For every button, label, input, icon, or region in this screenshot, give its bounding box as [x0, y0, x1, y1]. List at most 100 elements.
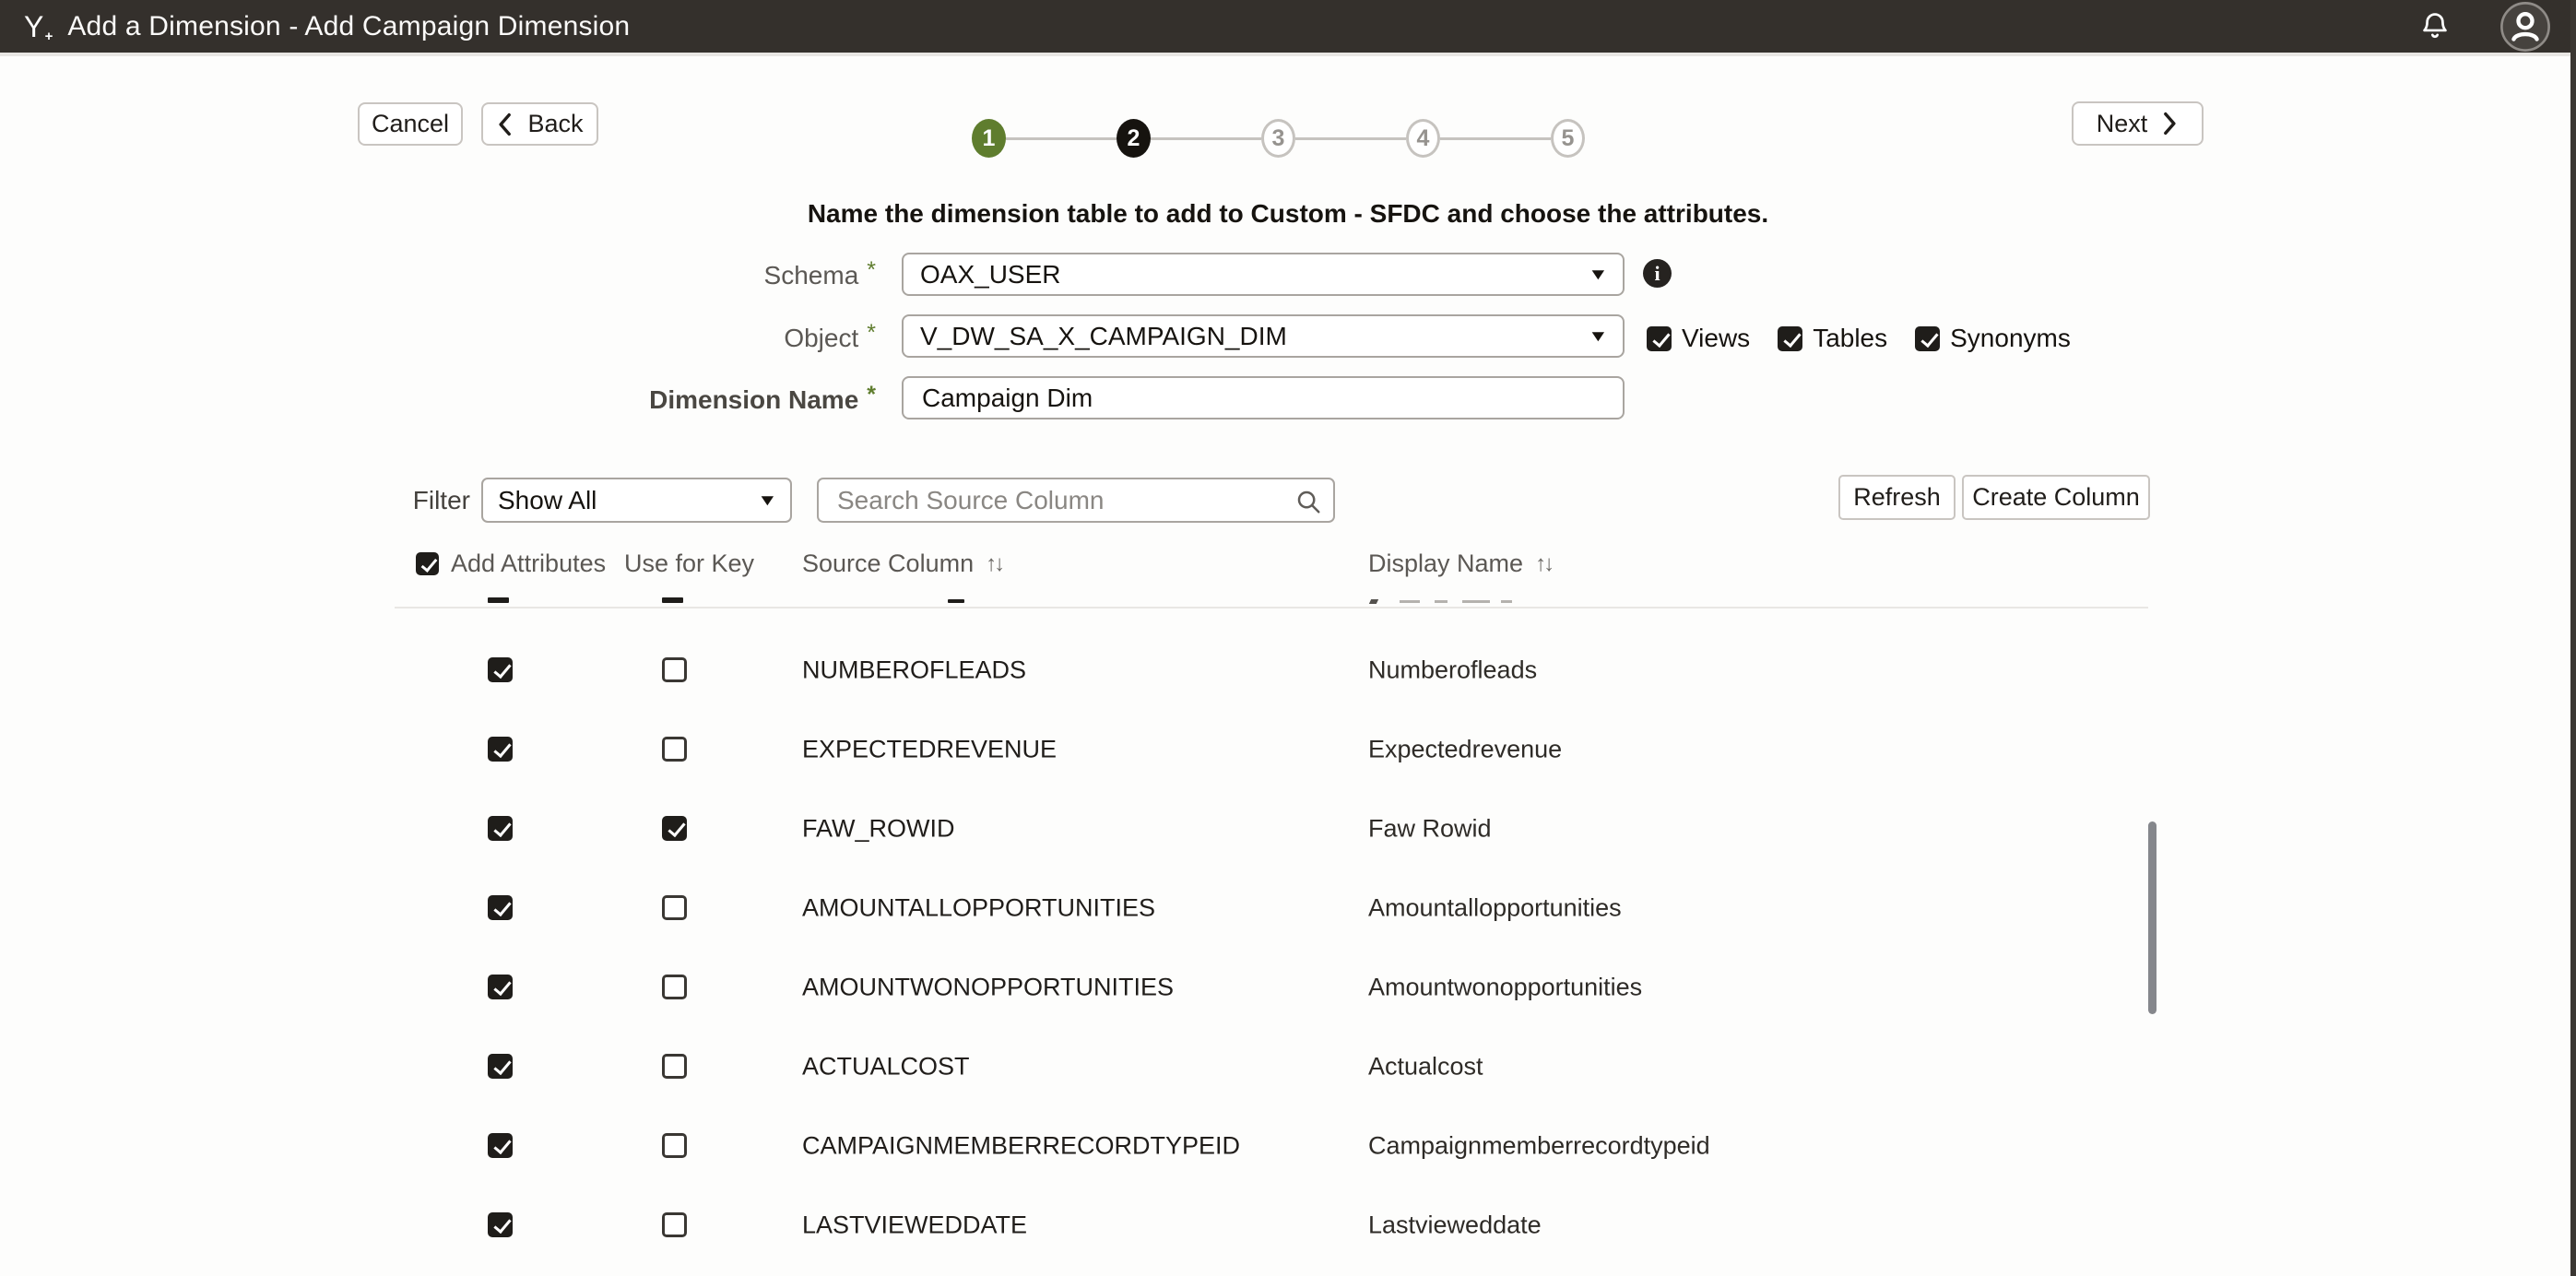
- tables-checkbox[interactable]: [1778, 326, 1802, 351]
- use-for-key-checkbox[interactable]: [662, 816, 687, 841]
- cancel-button[interactable]: Cancel: [358, 102, 463, 146]
- search-icon[interactable]: [1294, 488, 1322, 520]
- step-3[interactable]: 3: [1261, 119, 1295, 158]
- search-input[interactable]: [835, 485, 1283, 516]
- add-attribute-checkbox[interactable]: [488, 737, 513, 762]
- clipped-checkbox-fragment: [662, 597, 683, 603]
- tables-label: Tables: [1813, 324, 1887, 353]
- add-attribute-checkbox[interactable]: [488, 1054, 513, 1079]
- views-checkbox[interactable]: [1647, 326, 1672, 351]
- clipped-checkbox-fragment: [488, 597, 509, 603]
- step-4[interactable]: 4: [1406, 119, 1440, 158]
- display-name-cell: Expectedrevenue: [1368, 736, 1562, 764]
- clipped-text-fragment: [1462, 600, 1490, 603]
- use-for-key-checkbox[interactable]: [662, 737, 687, 762]
- synonyms-checkbox-item[interactable]: Synonyms: [1915, 324, 2071, 353]
- step-connector: [1151, 137, 1261, 140]
- display-name-header-label: Display Name: [1368, 549, 1523, 578]
- header-add-attributes: Add Attributes: [416, 549, 606, 578]
- source-column-cell: ACTUALCOST: [802, 1053, 970, 1081]
- views-checkbox-item[interactable]: Views: [1647, 324, 1750, 353]
- use-for-key-checkbox[interactable]: [662, 1133, 687, 1158]
- clipped-row: [395, 594, 2148, 608]
- add-attribute-checkbox[interactable]: [488, 1133, 513, 1158]
- add-attribute-checkbox[interactable]: [488, 895, 513, 920]
- required-asterisk: *: [867, 382, 876, 408]
- synonyms-checkbox[interactable]: [1915, 326, 1940, 351]
- display-name-cell: Numberofleads: [1368, 656, 1537, 685]
- step-5[interactable]: 5: [1551, 119, 1585, 158]
- clipped-text-fragment: [1435, 600, 1448, 603]
- source-column-cell: NUMBEROFLEADS: [802, 656, 1026, 685]
- wizard-stepper: 1 2 3 4 5: [972, 119, 1585, 158]
- page-title: Add a Dimension - Add Campaign Dimension: [67, 11, 630, 42]
- step-2[interactable]: 2: [1117, 119, 1151, 158]
- select-all-checkbox[interactable]: [416, 552, 439, 575]
- create-column-button-label: Create Column: [1972, 483, 2140, 512]
- wizard-instruction: Name the dimension table to add to Custo…: [0, 199, 2576, 229]
- table-row: CAMPAIGNMEMBERRECORDTYPEID Campaignmembe…: [395, 1106, 2148, 1186]
- schema-select-value: OAX_USER: [920, 260, 1061, 289]
- next-button[interactable]: Next: [2072, 101, 2204, 146]
- refresh-button[interactable]: Refresh: [1838, 475, 1956, 520]
- chevron-down-icon: ▼: [757, 491, 778, 510]
- create-column-button[interactable]: Create Column: [1962, 475, 2150, 520]
- filter-select-value: Show All: [498, 486, 597, 515]
- display-name-cell: Faw Rowid: [1368, 815, 1492, 844]
- table-scrollbar-thumb[interactable]: [2148, 821, 2157, 1014]
- chevron-down-icon: ▼: [1588, 266, 1609, 284]
- use-for-key-checkbox[interactable]: [662, 657, 687, 682]
- add-attribute-checkbox[interactable]: [488, 975, 513, 999]
- add-attribute-checkbox[interactable]: [488, 1212, 513, 1237]
- table-row: NUMBEROFLEADS Numberofleads: [395, 631, 2148, 710]
- step-connector: [1295, 137, 1406, 140]
- window-right-edge: [2570, 0, 2576, 1276]
- display-name-cell: Actualcost: [1368, 1053, 1483, 1081]
- object-label: Object*: [396, 324, 876, 353]
- table-header: Add Attributes Use for Key Source Column…: [395, 535, 2148, 594]
- required-asterisk: *: [867, 320, 876, 346]
- clipped-text-fragment: [1400, 600, 1420, 603]
- use-for-key-header-label: Use for Key: [624, 549, 754, 578]
- source-column-cell: AMOUNTALLOPPORTUNITIES: [802, 894, 1155, 923]
- back-button[interactable]: Back: [481, 102, 598, 146]
- display-name-cell: Campaignmemberrecordtypeid: [1368, 1132, 1710, 1161]
- tables-checkbox-item[interactable]: Tables: [1778, 324, 1887, 353]
- use-for-key-checkbox[interactable]: [662, 895, 687, 920]
- source-column-cell: CAMPAIGNMEMBERRECORDTYPEID: [802, 1132, 1240, 1161]
- add-attribute-checkbox[interactable]: [488, 657, 513, 682]
- use-for-key-checkbox[interactable]: [662, 1054, 687, 1079]
- display-name-cell: Lastvieweddate: [1368, 1211, 1542, 1240]
- schema-info-icon[interactable]: i: [1643, 259, 1672, 288]
- notifications-bell-icon[interactable]: [2417, 8, 2452, 45]
- sort-icon[interactable]: ↑↓: [986, 551, 1002, 577]
- attributes-table: Add Attributes Use for Key Source Column…: [395, 535, 2148, 1265]
- chevron-right-icon: [2162, 112, 2179, 136]
- top-bar: Y+ Add a Dimension - Add Campaign Dimens…: [0, 0, 2576, 53]
- app-window: Y+ Add a Dimension - Add Campaign Dimens…: [0, 0, 2576, 1276]
- schema-select[interactable]: OAX_USER ▼: [902, 253, 1625, 296]
- table-row: FAW_ROWID Faw Rowid: [395, 789, 2148, 868]
- source-column-cell: EXPECTEDREVENUE: [802, 736, 1057, 764]
- views-label: Views: [1682, 324, 1750, 353]
- table-body: NUMBEROFLEADS Numberofleads EXPECTEDREVE…: [395, 608, 2148, 1265]
- add-attribute-checkbox[interactable]: [488, 816, 513, 841]
- table-row: EXPECTEDREVENUE Expectedrevenue: [395, 710, 2148, 789]
- clipped-text-fragment: [948, 599, 964, 603]
- filter-select[interactable]: Show All ▼: [481, 478, 792, 523]
- back-button-label: Back: [527, 110, 583, 138]
- object-select[interactable]: V_DW_SA_X_CAMPAIGN_DIM ▼: [902, 314, 1625, 358]
- filter-label: Filter: [350, 486, 470, 515]
- object-type-filters: Views Tables Synonyms: [1647, 324, 2071, 353]
- use-for-key-checkbox[interactable]: [662, 1212, 687, 1237]
- topbar-divider: [0, 53, 2576, 56]
- step-connector: [1440, 137, 1551, 140]
- step-1[interactable]: 1: [972, 119, 1006, 158]
- table-row: ACTUALCOST Actualcost: [395, 1027, 2148, 1106]
- clipped-text-fragment: [1501, 600, 1512, 603]
- user-avatar[interactable]: [2499, 0, 2552, 53]
- sort-icon[interactable]: ↑↓: [1535, 551, 1552, 577]
- dimension-name-input[interactable]: [920, 383, 1606, 414]
- use-for-key-checkbox[interactable]: [662, 975, 687, 999]
- schema-label: Schema*: [396, 261, 876, 290]
